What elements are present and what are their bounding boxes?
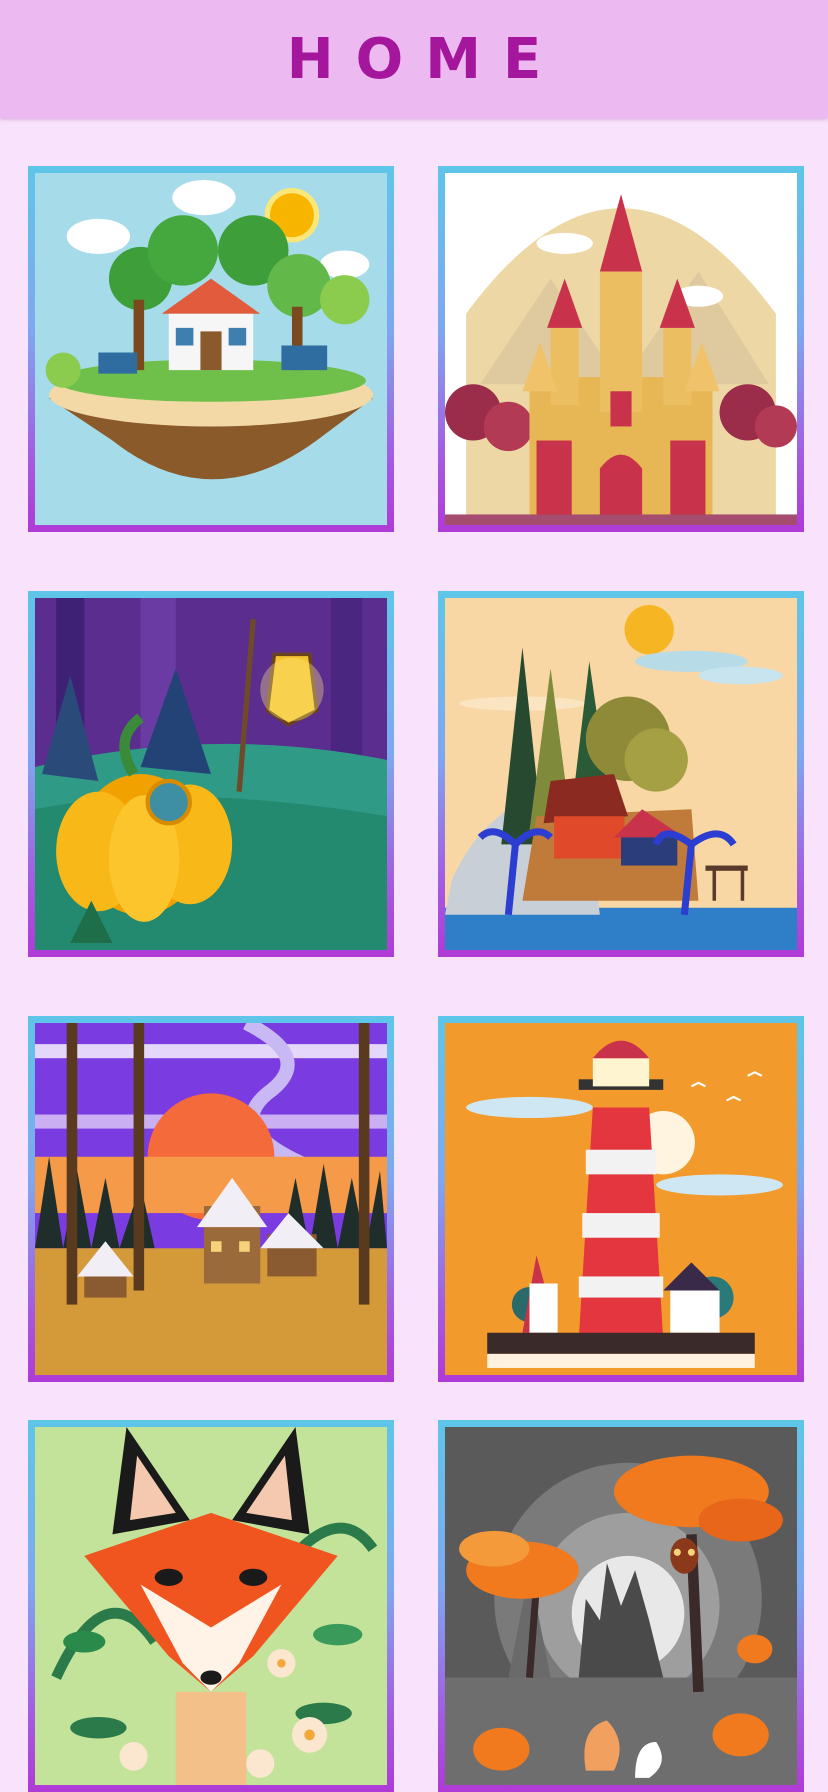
autumn-owl-picture (445, 1427, 797, 1785)
gallery-tile-castle[interactable] (438, 166, 804, 532)
castle-picture (445, 173, 797, 525)
floating-island-house-picture (35, 173, 387, 525)
island-cabin-picture (445, 598, 797, 950)
gallery-tile-fox[interactable] (28, 1420, 394, 1792)
coloring-gallery (0, 118, 828, 1792)
gallery-tile-lighthouse[interactable] (438, 1016, 804, 1382)
gallery-tile-pumpkin-house[interactable] (28, 591, 394, 957)
gallery-tile-sunset-village[interactable] (28, 1016, 394, 1382)
pumpkin-house-picture (35, 598, 387, 950)
gallery-tile-floating-island[interactable] (28, 166, 394, 532)
lighthouse-picture (445, 1023, 797, 1375)
page-title: HOME (286, 26, 564, 92)
fox-picture (35, 1427, 387, 1785)
app-header: HOME (0, 0, 828, 118)
gallery-tile-autumn-owl[interactable] (438, 1420, 804, 1792)
gallery-tile-island-cabin[interactable] (438, 591, 804, 957)
sunset-village-picture (35, 1023, 387, 1375)
